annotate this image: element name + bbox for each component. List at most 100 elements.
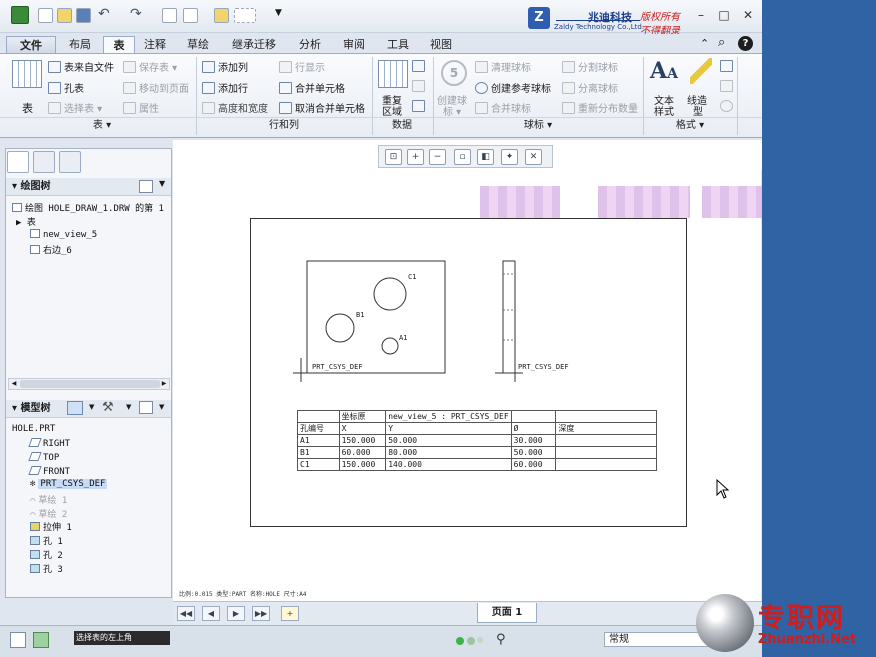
scroll-thumb[interactable] xyxy=(20,380,160,388)
repeat-region-label-2[interactable]: 区域 xyxy=(382,103,402,118)
select-box-icon[interactable] xyxy=(234,8,256,23)
ratio-icon[interactable] xyxy=(720,80,733,92)
regenerate-icon[interactable] xyxy=(162,8,177,23)
model-tree-settings-icon[interactable] xyxy=(139,401,153,414)
save-icon[interactable] xyxy=(76,8,91,23)
customize-toolbar-icon[interactable]: ▼ xyxy=(275,8,282,18)
table-cell[interactable]: 深度 xyxy=(555,422,657,435)
drawing-tree-item-view5[interactable]: new_view_5 xyxy=(30,229,97,240)
group-table-label[interactable]: 表 ▾ xyxy=(8,118,196,134)
label-b1[interactable]: B1 xyxy=(356,311,364,319)
table-cell[interactable]: 140.000 xyxy=(385,458,512,471)
symbol-gallery-icon[interactable] xyxy=(720,100,733,112)
display-style-icon[interactable]: ◧ xyxy=(477,149,494,165)
tab-analysis[interactable]: 分析 xyxy=(291,36,329,54)
group-balloons-label[interactable]: 球标 ▾ xyxy=(433,118,643,134)
undo-icon[interactable]: ↶ xyxy=(98,6,110,22)
create-reference-balloon-button[interactable]: 创建参考球标 xyxy=(475,80,551,95)
next-page-icon[interactable]: ▶ xyxy=(227,606,245,621)
redistribute-quantities-button[interactable]: 重新分布数量 xyxy=(562,100,638,115)
last-page-icon[interactable]: ▶▶ xyxy=(252,606,270,621)
create-balloon-label-2[interactable]: 标 ▾ xyxy=(443,103,461,118)
hole-table[interactable]: 坐标原 new_view_5 : PRT_CSYS_DEF 孔编号 X Y Ø 深度 A1 15… xyxy=(297,410,657,471)
table-cell[interactable]: Y xyxy=(385,422,512,435)
page-tab-1[interactable]: 页面 1 xyxy=(477,603,537,623)
hole-a1[interactable] xyxy=(381,337,399,355)
select-table-button[interactable]: 选择表 ▾ xyxy=(48,100,102,115)
favorites-tab-icon[interactable] xyxy=(59,151,81,173)
maximize-icon[interactable]: □ xyxy=(716,8,732,22)
model-tree-item-hole3[interactable]: 孔 3 xyxy=(30,562,63,575)
previous-page-icon[interactable]: ◀ xyxy=(202,606,220,621)
switch-symbols-icon[interactable] xyxy=(412,80,425,92)
table-row[interactable]: C1 150.000 140.000 60.000 xyxy=(297,458,657,471)
table-button-label[interactable]: 表 xyxy=(22,100,33,116)
table-cell[interactable]: 80.000 xyxy=(385,446,512,459)
hole-c1[interactable] xyxy=(373,277,407,311)
merge-balloons-button[interactable]: 合并球标 xyxy=(475,100,531,115)
refit-icon[interactable]: ⊡ xyxy=(385,149,402,165)
scroll-right-icon[interactable]: ▶ xyxy=(159,379,169,389)
tab-sketch[interactable]: 草绘 xyxy=(180,36,216,54)
table-row[interactable]: B1 60.000 80.000 50.000 xyxy=(297,446,657,459)
windows-icon[interactable] xyxy=(183,8,198,23)
hole-table-button[interactable]: 孔表 xyxy=(48,80,84,95)
update-tables-icon[interactable] xyxy=(412,60,425,72)
table-cell[interactable]: 150.000 xyxy=(338,458,387,471)
unmerge-cells-button[interactable]: 取消合并单元格 xyxy=(279,100,365,115)
model-tree-item-sketch2[interactable]: ⌒ 草绘 2 xyxy=(30,507,67,520)
tab-review[interactable]: 审阅 xyxy=(336,36,372,54)
table-cell[interactable] xyxy=(555,434,657,447)
model-tree-item-extrude1[interactable]: 拉伸 1 xyxy=(30,520,72,533)
csys-label-front[interactable]: PRT_CSYS_DEF xyxy=(312,363,363,371)
collapse-ribbon-icon[interactable]: ⌃ xyxy=(700,37,709,50)
front-view-outline[interactable] xyxy=(306,260,446,374)
zoom-in-icon[interactable]: + xyxy=(407,149,424,165)
search-icon[interactable]: ⌕ xyxy=(718,35,725,50)
label-c1[interactable]: C1 xyxy=(408,273,416,281)
table-cell[interactable]: 坐标原 xyxy=(338,410,387,423)
repaint-icon[interactable]: ▫ xyxy=(454,149,471,165)
text-style-label-2[interactable]: 样式 xyxy=(654,103,674,118)
help-icon[interactable]: ? xyxy=(738,36,753,51)
table-cell[interactable]: 150.000 xyxy=(338,434,387,447)
table-cell[interactable]: 30.000 xyxy=(510,434,557,447)
model-tree-tools-icon[interactable]: ⚒ xyxy=(102,400,114,415)
model-tree-view-menu-icon[interactable]: ▼ xyxy=(89,403,94,411)
table-cell[interactable]: A1 xyxy=(297,434,340,447)
side-view-outline[interactable] xyxy=(502,260,516,374)
model-tree-settings-menu-icon[interactable]: ▼ xyxy=(159,403,164,411)
line-style-label-2[interactable]: 型 xyxy=(693,103,703,118)
horizontal-scrollbar[interactable]: ◀ ▶ xyxy=(8,378,170,390)
table-cell[interactable]: 50.000 xyxy=(510,446,557,459)
table-cell[interactable]: new_view_5 : PRT_CSYS_DEF xyxy=(385,410,512,423)
detach-balloons-button[interactable]: 分离球标 xyxy=(562,80,618,95)
merge-cells-button[interactable]: 合并单元格 xyxy=(279,80,345,95)
navigator-toggle-icon[interactable] xyxy=(10,632,26,648)
folder-browser-tab-icon[interactable] xyxy=(33,151,55,173)
hatch-icon[interactable] xyxy=(720,60,733,72)
drawing-tree-menu-icon[interactable]: ▼ xyxy=(159,179,165,188)
create-balloon-icon[interactable]: 5 xyxy=(441,60,467,86)
datum-display-icon[interactable]: ✕ xyxy=(525,149,542,165)
table-cell[interactable]: 50.000 xyxy=(385,434,512,447)
tab-tools[interactable]: 工具 xyxy=(380,36,416,54)
model-tree-tools-menu-icon[interactable]: ▼ xyxy=(126,403,131,411)
drawing-views[interactable] xyxy=(173,170,762,590)
drawing-tree-settings-icon[interactable] xyxy=(139,180,153,193)
tab-table[interactable]: 表 xyxy=(103,36,135,54)
table-cell[interactable] xyxy=(555,410,657,423)
repeat-region-icon[interactable] xyxy=(378,60,408,88)
tab-annotate[interactable]: 注释 xyxy=(138,36,172,54)
table-cell[interactable]: 60.000 xyxy=(338,446,387,459)
open-file-icon[interactable] xyxy=(57,8,72,23)
drawing-tree-item-right6[interactable]: 右边_6 xyxy=(30,243,72,256)
table-row[interactable]: 孔编号 X Y Ø 深度 xyxy=(297,422,657,435)
model-tree-item-hole1[interactable]: 孔 1 xyxy=(30,534,63,547)
first-page-icon[interactable]: ◀◀ xyxy=(177,606,195,621)
height-width-button[interactable]: 高度和宽度 xyxy=(202,100,268,115)
table-cell[interactable] xyxy=(555,446,657,459)
table-cell[interactable]: B1 xyxy=(297,446,340,459)
drawing-tree-root[interactable]: 绘图 HOLE_DRAW_1.DRW 的第 1 xyxy=(12,201,164,214)
clean-balloons-button[interactable]: 清理球标 xyxy=(475,59,531,74)
